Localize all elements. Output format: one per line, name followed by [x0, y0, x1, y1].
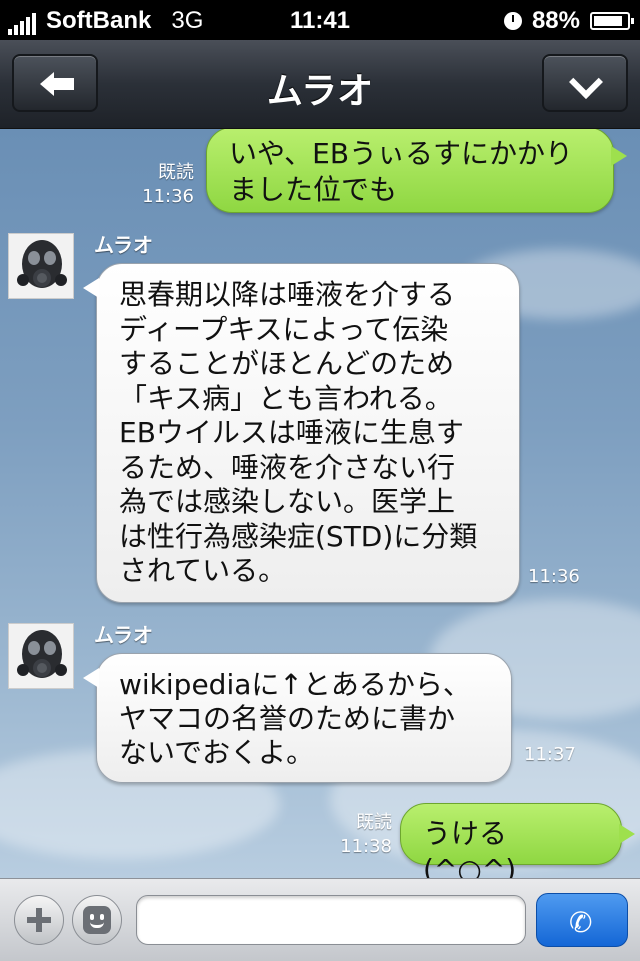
clock-icon — [503, 12, 522, 30]
message-input[interactable] — [136, 895, 526, 945]
status-bar: SoftBank 3G 11:41 88% — [0, 0, 640, 40]
message-line: 思春期以降は唾液を介する — [119, 278, 456, 311]
message-time: 11:37 — [524, 744, 576, 765]
call-button[interactable]: ✆ — [536, 893, 628, 947]
sender-name: ムラオ — [94, 233, 153, 257]
read-receipt: 既読 — [158, 162, 194, 183]
message-line: ないでおくよ。 — [119, 736, 315, 769]
message-line: いや、EBうぃるすにかかり — [229, 137, 574, 170]
message-line: るため、唾液を介さない行 — [119, 450, 456, 484]
input-bar: ✆ — [0, 878, 640, 961]
outgoing-message[interactable]: いや、EBうぃるすにかかり ました位でも — [206, 129, 627, 213]
incoming-message[interactable]: wikipediaに↑とあるから、 ヤマコの名誉のために書か ないでおくよ。 — [83, 653, 512, 783]
battery-icon — [590, 12, 634, 30]
message-time: 11:36 — [142, 186, 194, 207]
message-line: することがほとんどのため — [119, 347, 455, 380]
message-meta: 既読 11:38 — [318, 811, 392, 859]
menu-button[interactable] — [542, 54, 628, 112]
message-line: wikipediaに↑とあるから、 — [119, 668, 471, 701]
phone-icon: ✆ — [569, 906, 593, 939]
chevron-down-icon — [569, 65, 603, 99]
avatar[interactable] — [8, 233, 74, 299]
emoji-button[interactable] — [72, 895, 122, 945]
message-line: 「キス病」とも言われる。 — [119, 381, 453, 415]
gas-mask-avatar-icon — [9, 624, 73, 688]
read-receipt: 既読 — [356, 812, 392, 833]
gas-mask-avatar-icon — [9, 234, 73, 298]
navigation-bar: ムラオ — [0, 40, 640, 129]
chat-area[interactable]: 既読 11:36 いや、EBうぃるすにかかり ました位でも ムラオ 思春期以降は… — [0, 129, 640, 878]
message-meta: 既読 11:36 — [120, 161, 194, 209]
message-line: ヤマコの名誉のために書か — [119, 702, 456, 735]
message-time: 11:38 — [340, 836, 392, 857]
battery-percent: 88% — [531, 7, 580, 34]
avatar[interactable] — [8, 623, 74, 689]
message-line: ディープキスによって伝染 — [119, 312, 449, 346]
outgoing-message[interactable]: うける(^○^) — [400, 803, 635, 878]
message-time: 11:36 — [528, 566, 580, 587]
message-line: ました位でも — [229, 173, 398, 206]
add-button[interactable] — [14, 895, 64, 945]
sender-name: ムラオ — [94, 623, 153, 647]
message-line: されている。 — [119, 554, 287, 587]
message-line: うける(^○^) — [423, 817, 517, 878]
emoji-icon — [83, 906, 111, 934]
message-line: は性行為感染症(STD)に分類 — [119, 519, 478, 553]
message-line: 為では感染しない。医学上 — [119, 485, 456, 518]
message-line: EBウイルスは唾液に生息す — [119, 416, 464, 449]
incoming-message[interactable]: 思春期以降は唾液を介する ディープキスによって伝染 することがほとんどのため 「… — [83, 263, 520, 603]
